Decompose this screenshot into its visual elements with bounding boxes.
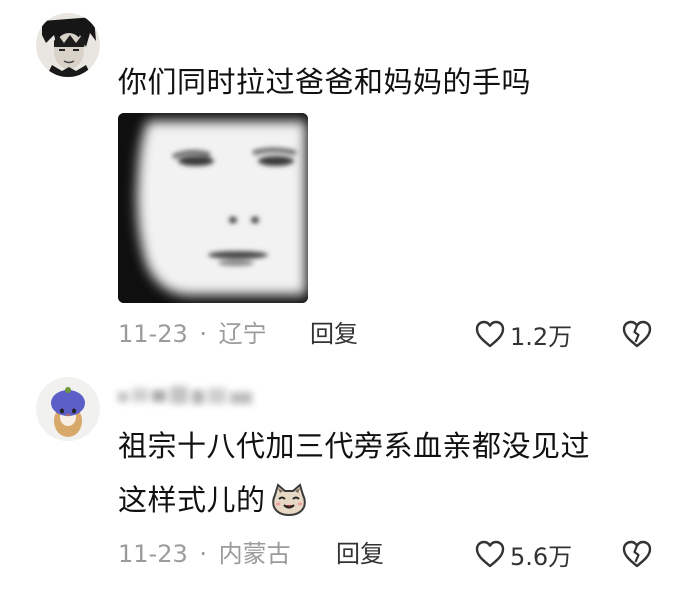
comment-text: 你们同时拉过爸爸和妈妈的手吗 bbox=[118, 65, 532, 99]
avatar[interactable] bbox=[36, 377, 100, 441]
heart-outline-icon bbox=[475, 540, 505, 568]
comment-meta: 11-23 · 内蒙古 bbox=[118, 539, 291, 569]
cat-face-emoji-icon bbox=[271, 483, 306, 517]
broken-heart-icon bbox=[622, 320, 652, 348]
comment-meta: 11-23 · 辽宁 bbox=[118, 319, 267, 349]
broken-heart-icon bbox=[622, 540, 652, 568]
comment-text-line-1: 祖宗十八代加三代旁系血亲都没见过 bbox=[118, 429, 591, 463]
comment-location: 辽宁 bbox=[218, 320, 267, 348]
dislike-button[interactable] bbox=[622, 539, 652, 569]
avatar[interactable] bbox=[36, 13, 100, 77]
reply-button[interactable]: 回复 bbox=[336, 539, 384, 569]
like-button[interactable]: 5.6万 bbox=[474, 539, 573, 571]
comment-date: 11-23 bbox=[118, 540, 188, 568]
heart-outline-icon bbox=[475, 320, 505, 348]
like-button[interactable]: 1.2万 bbox=[474, 319, 573, 351]
meme-image[interactable] bbox=[118, 113, 308, 303]
comment-location: 内蒙古 bbox=[218, 540, 291, 568]
meta-separator: · bbox=[199, 320, 208, 348]
dislike-button[interactable] bbox=[622, 319, 652, 349]
comment-text-line-2-text: 这样式儿的 bbox=[118, 483, 266, 517]
reply-button[interactable]: 回复 bbox=[310, 319, 358, 349]
like-count: 5.6万 bbox=[510, 542, 573, 571]
meta-separator: · bbox=[199, 540, 208, 568]
comment-2: 祖宗十八代加三代旁系血亲都没见过 这样式儿的 11-23 · 内蒙古 回复 5.… bbox=[0, 360, 690, 591]
comment-1: 你们同时拉过爸爸和妈妈的手吗 11-23 · 辽宁 回复 1.2万 bbox=[0, 0, 690, 360]
comment-date: 11-23 bbox=[118, 320, 188, 348]
like-count: 1.2万 bbox=[510, 322, 573, 351]
comment-text-line-2: 这样式儿的 bbox=[118, 475, 308, 525]
blurred-username[interactable] bbox=[118, 382, 254, 410]
